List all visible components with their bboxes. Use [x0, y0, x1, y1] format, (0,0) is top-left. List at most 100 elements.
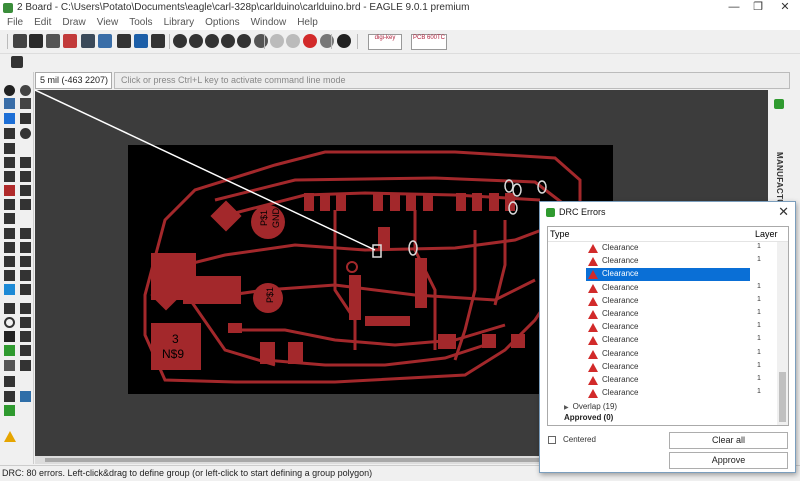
script-icon[interactable] [117, 34, 131, 48]
rect-icon[interactable] [4, 331, 15, 342]
wrench-icon[interactable] [20, 171, 31, 182]
slice-icon[interactable] [20, 256, 31, 267]
ripup-icon[interactable] [4, 256, 15, 267]
drc-error-row[interactable]: Clearance 1 [586, 242, 761, 255]
select-icon[interactable] [4, 113, 15, 124]
align-icon[interactable] [4, 143, 15, 154]
column-header-type[interactable]: Type [550, 229, 570, 239]
redraw-icon[interactable] [254, 34, 268, 48]
meander-icon[interactable] [4, 242, 15, 253]
fanout-icon[interactable] [20, 270, 31, 281]
line-icon[interactable] [4, 303, 15, 314]
zoom-fit-icon[interactable] [173, 34, 187, 48]
menu-help[interactable]: Help [297, 17, 318, 28]
signal-icon[interactable] [4, 270, 15, 281]
measure-icon[interactable] [4, 376, 15, 387]
scr-icon[interactable] [151, 34, 165, 48]
save-icon[interactable] [29, 34, 43, 48]
menu-view[interactable]: View [97, 17, 119, 28]
arc-icon[interactable] [20, 317, 31, 328]
zoom-out-icon[interactable] [205, 34, 219, 48]
centered-checkbox-row[interactable]: Centered [548, 435, 596, 444]
drc-error-row[interactable]: Clearance 1 [586, 348, 761, 361]
digikey-button[interactable]: digi-key [368, 34, 402, 50]
grid-icon[interactable] [11, 56, 23, 68]
menu-options[interactable]: Options [205, 17, 239, 28]
drc-error-row[interactable]: Clearance 1 [586, 374, 761, 387]
drc-error-row[interactable]: Clearance 1 [586, 295, 761, 308]
command-line-input[interactable]: Click or press Ctrl+L key to activate co… [114, 72, 790, 89]
menu-draw[interactable]: Draw [62, 17, 85, 28]
mirror-icon[interactable] [4, 128, 15, 139]
clear-all-button[interactable]: Clear all [669, 432, 788, 449]
schematic-icon[interactable] [98, 34, 112, 48]
menu-window[interactable]: Window [251, 17, 287, 28]
stop-icon[interactable] [303, 34, 317, 48]
replace-icon[interactable] [20, 185, 31, 196]
zoom-select-icon[interactable] [221, 34, 235, 48]
errors-warning-icon[interactable] [4, 431, 16, 442]
board-icon[interactable] [81, 34, 95, 48]
group-icon[interactable] [4, 391, 15, 402]
zoom-in-icon[interactable] [189, 34, 203, 48]
undo-icon[interactable] [270, 34, 284, 48]
info-icon[interactable] [4, 85, 15, 96]
circle-icon[interactable] [4, 317, 15, 328]
drc-error-row[interactable]: Clearance 1 [586, 268, 761, 282]
copy-icon[interactable] [4, 157, 15, 168]
paste-icon[interactable] [20, 157, 31, 168]
drc-error-row[interactable]: Clearance 1 [586, 255, 761, 268]
ulp-icon[interactable] [134, 34, 148, 48]
airwire-icon[interactable] [20, 284, 31, 295]
route-icon[interactable] [4, 228, 15, 239]
menu-file[interactable]: File [7, 17, 23, 28]
menu-edit[interactable]: Edit [34, 17, 51, 28]
drc-group-overlap[interactable]: ▶ Overlap (19) [564, 402, 617, 411]
centered-checkbox[interactable] [548, 435, 556, 444]
delete-icon[interactable] [4, 171, 15, 182]
print-icon[interactable] [46, 34, 60, 48]
zoom-area-icon[interactable] [237, 34, 251, 48]
via-icon[interactable] [4, 345, 15, 356]
split-icon[interactable] [20, 228, 31, 239]
redo-icon[interactable] [286, 34, 300, 48]
drc-error-row[interactable]: Clearance 1 [586, 321, 761, 334]
drc-dialog-titlebar[interactable]: DRC Errors ✕ [540, 202, 795, 222]
autorouter-icon[interactable] [4, 284, 15, 295]
drc-error-row[interactable]: Clearance 1 [586, 282, 761, 295]
pcb-order-button[interactable]: PCB 600TC [411, 34, 447, 50]
help-icon[interactable] [337, 34, 351, 48]
show-icon[interactable] [20, 85, 31, 96]
cam-icon[interactable] [63, 34, 77, 48]
approve-button[interactable]: Approve [669, 452, 788, 469]
close-icon[interactable]: ✕ [778, 204, 789, 220]
dimension-icon[interactable] [20, 345, 31, 356]
ratsnest-icon[interactable] [20, 391, 31, 402]
polygon-icon[interactable] [20, 331, 31, 342]
menu-tools[interactable]: Tools [129, 17, 152, 28]
add-icon[interactable] [4, 185, 15, 196]
rotate-icon[interactable] [20, 128, 31, 139]
drc-error-row[interactable]: Clearance 1 [586, 361, 761, 374]
canvas-scroll-thumb[interactable] [45, 458, 565, 462]
expand-arrow-icon[interactable]: ▶ [564, 405, 569, 411]
text-icon[interactable] [20, 303, 31, 314]
attribute-icon[interactable] [20, 360, 31, 371]
miter-icon[interactable] [20, 242, 31, 253]
drc-error-list[interactable]: ^ Type Layer Clearance 1 Clearance 1 Clearan… [547, 226, 789, 426]
open-icon[interactable] [13, 34, 27, 48]
menu-library[interactable]: Library [164, 17, 195, 28]
manufacturing-icon[interactable] [774, 99, 784, 109]
drc-list-scroll-thumb[interactable] [779, 372, 786, 422]
close-window-button[interactable]: ✕ [772, 0, 798, 15]
drc-group-approved[interactable]: Approved (0) [564, 413, 613, 422]
mark-icon[interactable] [20, 98, 31, 109]
drc-error-row[interactable]: Clearance 1 [586, 308, 761, 321]
drc-icon[interactable] [4, 405, 15, 416]
swap-icon[interactable] [4, 199, 15, 210]
minimize-button[interactable]: — [721, 0, 747, 15]
column-header-layer[interactable]: Layer [755, 229, 778, 239]
optimize-icon[interactable] [20, 199, 31, 210]
display-icon[interactable] [4, 98, 15, 109]
hole-icon[interactable] [4, 360, 15, 371]
